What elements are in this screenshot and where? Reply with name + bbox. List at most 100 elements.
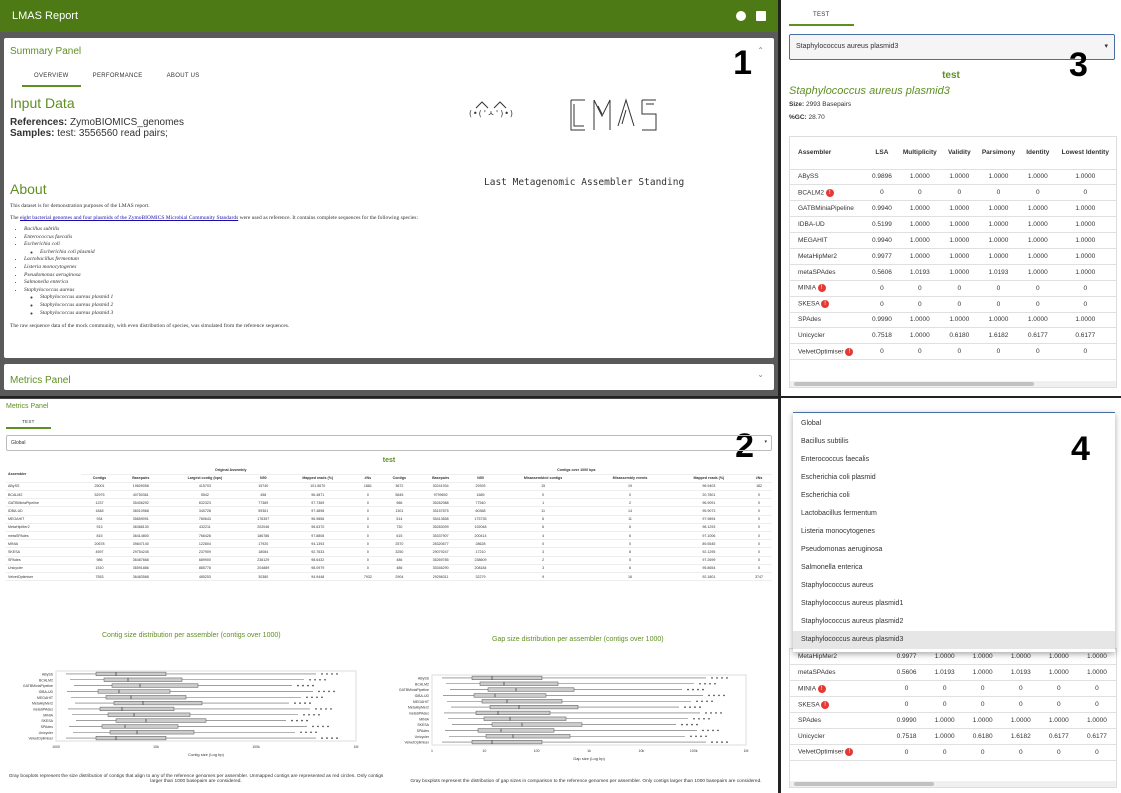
book-icon[interactable] <box>756 11 766 21</box>
table-cell: metaSPAdes <box>790 664 888 682</box>
warning-icon[interactable]: ! <box>821 700 830 709</box>
table-cell: 1.0000 <box>1021 169 1055 186</box>
scrollbar-thumb[interactable] <box>794 382 1034 386</box>
warning-icon[interactable]: ! <box>825 188 834 197</box>
scrollbar-thumb-2[interactable] <box>794 782 934 786</box>
outlier-point <box>307 684 309 687</box>
cell-text: 0 <box>904 701 909 709</box>
col-header[interactable]: Assembler <box>790 137 867 170</box>
table-row: SKESA ! 0 0 0 0 0 0 <box>790 696 1116 714</box>
table-cell: 6 <box>588 531 672 541</box>
gap-size-boxplot[interactable]: ABySS BCALM2 GATBMiniaPipeline IDBA-UD MEGAH… <box>396 671 756 767</box>
dropdown-option[interactable]: Listeria monocytogenes <box>793 523 1115 541</box>
x-tick-label: 100 <box>534 749 540 753</box>
cell-text: 0.5606 <box>871 268 892 276</box>
warning-icon[interactable]: ! <box>821 300 830 309</box>
tab-overview[interactable]: OVERVIEW <box>22 67 81 87</box>
dropdown-option[interactable]: Staphylococcus aureus <box>793 577 1115 595</box>
cell-text: 0.7518 <box>896 732 917 740</box>
dropdown-option[interactable]: Escherichia coli plasmid <box>793 469 1115 487</box>
table-cell: 0 <box>896 280 943 297</box>
tab-test[interactable]: TEST <box>6 416 51 429</box>
table-cell: 97.9894 <box>671 515 747 524</box>
cell-text: 1.0000 <box>1075 221 1096 229</box>
box <box>113 701 203 706</box>
cell-text: 1.0000 <box>909 237 930 244</box>
table-cell: 0 <box>896 343 943 361</box>
table-cell: 97.2699 <box>671 556 747 565</box>
dropdown-option[interactable]: Enterococcus faecalis <box>793 451 1115 469</box>
col-header[interactable]: Validity <box>942 137 976 170</box>
chevron-up-icon[interactable]: ⌃ <box>757 46 764 55</box>
cell-text: 1.0000 <box>1027 173 1048 181</box>
tab-performance[interactable]: PERFORMANCE <box>81 67 155 87</box>
cell-text: 0 <box>880 189 884 197</box>
contig-size-boxplot[interactable]: ABySS BCALM2 GATBMiniaPipeline IDBA-UD MEGAH… <box>6 667 366 763</box>
metrics-panel-title[interactable]: Metrics Panel <box>6 403 772 410</box>
outlier-point <box>711 741 713 743</box>
zymo-link[interactable]: eight bacterial genomes and four plasmid… <box>20 215 238 221</box>
warning-icon[interactable]: ! <box>845 748 854 757</box>
cell-text: 0.9977 <box>871 252 892 260</box>
table-cell: 0 <box>867 343 897 361</box>
metrics-panel-collapsed[interactable]: Metrics Panel ⌄ <box>4 364 774 390</box>
dropdown-option[interactable]: Salmonella enterica <box>793 559 1115 577</box>
warning-icon[interactable]: ! <box>845 347 854 356</box>
col-header[interactable]: Lowest Identity <box>1054 137 1116 170</box>
table-cell: 17920 <box>246 539 281 549</box>
table-cell: MINIA <box>6 539 81 549</box>
horizontal-scrollbar-2[interactable] <box>790 781 1116 787</box>
table-cell: 1.0000 <box>925 728 964 745</box>
cell-text: SPAdes <box>798 316 822 324</box>
outlier-point <box>711 700 713 703</box>
table-cell: GATBMiniaPipeline <box>6 498 81 508</box>
table-cell: 60368 <box>463 506 498 516</box>
dropdown-option[interactable]: Bacillus subtilis <box>793 433 1115 451</box>
horizontal-scrollbar[interactable] <box>790 381 1116 387</box>
warning-icon[interactable]: ! <box>817 284 826 293</box>
panel-number-4: 4 <box>1071 430 1090 468</box>
summary-panel-title[interactable]: Summary Panel <box>10 46 768 57</box>
dropdown-option[interactable]: Lactobacillus fermentum <box>793 505 1115 523</box>
dropdown-option[interactable]: Pseudomonas aeruginosa <box>793 541 1115 559</box>
app-bar: LMAS Report <box>0 0 778 32</box>
outlier-point <box>336 737 338 739</box>
col-header[interactable]: LSA <box>867 137 897 170</box>
chevron-down-icon[interactable]: ⌄ <box>757 370 764 379</box>
dropdown-option[interactable]: Global <box>793 415 1115 433</box>
table-cell: 0 <box>354 506 381 516</box>
dropdown-option[interactable]: Staphylococcus aureus plasmid1 <box>793 595 1115 613</box>
reference-dropdown-menu[interactable]: Global Bacillus subtilis Enterococcus faec… <box>793 412 1115 652</box>
table-row: SPAdes 0.9990 1.0000 1.0000 1.0000 1.0000 1.00… <box>790 312 1116 329</box>
assembler-tick-label: metaSPAdes <box>33 707 53 711</box>
table-cell: 3 <box>497 564 589 573</box>
table-cell: 98.6432 <box>280 556 355 565</box>
table-cell: 94.9448 <box>280 572 355 582</box>
table-cell: 5845 <box>380 490 418 500</box>
table-row: VelvetOptimiser ! 0 0 0 0 0 0 <box>790 343 1116 361</box>
table-cell: 9799692 <box>417 490 464 500</box>
outlier-point <box>291 719 293 722</box>
cell-text: 0 <box>904 748 909 756</box>
table-cell: 0 <box>887 680 926 698</box>
cell-text: VelvetOptimiser <box>798 749 844 756</box>
col-header[interactable]: Multiplicity <box>896 137 943 170</box>
table-cell: 0 <box>746 564 772 573</box>
table-cell: 0 <box>963 696 1002 714</box>
reference-select-detail[interactable]: Staphylococcus aureus plasmid3 ▾ <box>789 34 1115 60</box>
dropdown-option[interactable]: Staphylococcus aureus plasmid2 <box>793 613 1115 631</box>
cell-text: 1.0000 <box>1010 653 1031 661</box>
dropdown-option[interactable]: Escherichia coli <box>793 487 1115 505</box>
reference-select[interactable]: Global ▾ <box>6 435 772 451</box>
dropdown-option[interactable]: Staphylococcus aureus plasmid3 <box>793 631 1115 649</box>
quadrant-dropdown-open: MetaHipMer2 0.9977 1.0000 1.0000 1.0000 1.000… <box>781 398 1121 793</box>
plot-area <box>431 674 747 746</box>
table-cell: 96.9403 <box>671 482 747 492</box>
github-icon[interactable] <box>736 11 746 21</box>
col-header[interactable]: Identity <box>1021 137 1055 170</box>
about-line-1: This dataset is for demonstration purpos… <box>10 203 150 209</box>
tab-test-detail[interactable]: TEST <box>789 6 854 26</box>
tab-about-us[interactable]: ABOUT US <box>155 67 212 87</box>
warning-icon[interactable]: ! <box>817 684 826 693</box>
col-header[interactable]: Parsimony <box>975 137 1022 170</box>
